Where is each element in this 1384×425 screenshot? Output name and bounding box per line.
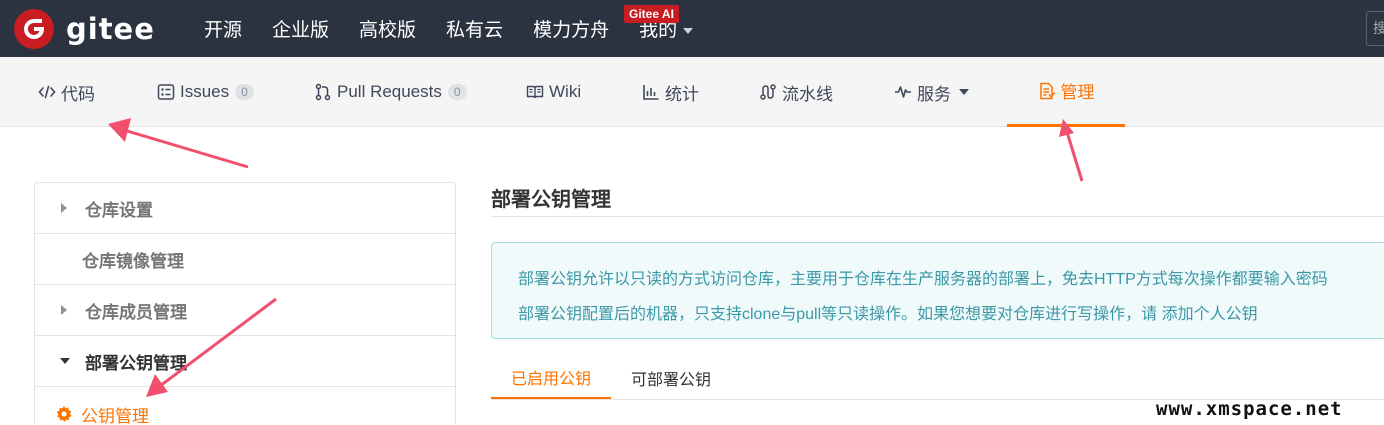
caret-right-icon [61,305,67,315]
search-input[interactable]: 搜 [1366,11,1384,46]
gitee-logo[interactable]: gitee [14,9,155,49]
gitee-ai-badge[interactable]: Gitee AI [624,5,679,23]
tab-pipeline[interactable]: 流水线 [759,57,833,127]
sidebar-item-deploy-key-management[interactable]: 部署公钥管理 [35,336,455,387]
tab-statistics-label: 统计 [665,84,699,104]
sidebar-item-mirror-management[interactable]: 仓库镜像管理 [35,234,455,285]
subtab-enabled-keys[interactable]: 已启用公钥 [491,357,611,399]
page-title: 部署公钥管理 [491,189,611,211]
tab-wiki[interactable]: Wiki [526,57,581,127]
issues-icon [157,84,175,100]
tab-issues-label: Issues [180,82,230,101]
caret-down-icon [60,358,70,364]
sidebar-item-label: 仓库镜像管理 [82,251,184,271]
pull-requests-count-badge: 0 [447,84,467,100]
repo-tab-bar: 代码 Issues 0 Pull Requests 0 Wiki 统计 流水线 … [0,57,1384,127]
caret-down-icon [959,89,969,95]
caret-down-icon [683,27,694,34]
sidebar-subitem-key-management[interactable]: 公钥管理 [35,389,455,425]
tab-pull-requests-label: Pull Requests [337,82,442,101]
pulse-icon [895,86,911,98]
subtab-deployable-keys[interactable]: 可部署公钥 [611,357,731,399]
add-personal-key-link[interactable]: 添加个人公钥 [1162,306,1258,323]
info-text-line-2: 部署公钥配置后的机器，只支持clone与pull等只读操作。如果您想要对仓库进行… [518,300,1258,324]
tab-manage[interactable]: 管理 [1007,57,1125,127]
sidebar-item-label: 仓库成员管理 [85,302,187,322]
sidebar-subitem-label: 公钥管理 [81,406,149,425]
book-icon [526,85,544,99]
tab-services-dropdown[interactable]: 服务 [894,57,969,127]
pull-request-icon [315,83,331,101]
nav-enterprise[interactable]: 企业版 [272,15,329,42]
pipeline-icon [760,84,776,100]
nav-moli-fangzhou[interactable]: 模力方舟 [533,15,609,42]
bar-chart-icon [643,85,659,100]
tab-code[interactable]: 代码 [38,57,95,127]
caret-right-icon [61,203,67,213]
watermark: www.xmspace.net [1156,398,1343,420]
issues-count-badge: 0 [235,84,254,100]
tab-issues[interactable]: Issues 0 [157,57,254,127]
nav-open-source[interactable]: 开源 [204,15,242,42]
tab-pipeline-label: 流水线 [782,84,833,104]
top-navbar: gitee 开源 企业版 高校版 私有云 模力方舟 我的 Gitee AI 搜 [0,0,1384,57]
info-text-line-2-prefix: 部署公钥配置后的机器，只支持clone与pull等只读操作。如果您想要对仓库进行… [518,306,1162,323]
gear-icon [56,406,72,422]
info-text-line-1: 部署公钥允许以只读的方式访问仓库，主要用于仓库在生产服务器的部署上，免去HTTP… [518,271,1328,288]
title-divider [491,216,1384,217]
nav-mine-label: 我的 [639,20,678,41]
sidebar-item-label: 部署公钥管理 [85,353,187,373]
annotation-arrow-manage-tab [1059,119,1084,182]
manage-icon [1039,82,1056,99]
nav-education[interactable]: 高校版 [359,15,416,42]
code-icon [38,85,56,99]
sidebar-item-repo-settings[interactable]: 仓库设置 [35,183,455,234]
settings-sidebar: 仓库设置 仓库镜像管理 仓库成员管理 部署公钥管理 公钥管理 [34,182,456,425]
nav-private-cloud[interactable]: 私有云 [446,15,503,42]
brand-name: gitee [66,12,155,46]
sidebar-item-member-management[interactable]: 仓库成员管理 [35,285,455,336]
tab-statistics[interactable]: 统计 [642,57,699,127]
tab-wiki-label: Wiki [549,82,582,101]
sidebar-item-label: 仓库设置 [85,200,153,220]
info-message-box: 部署公钥允许以只读的方式访问仓库，主要用于仓库在生产服务器的部署上，免去HTTP… [491,242,1384,339]
tab-manage-label: 管理 [1060,83,1095,102]
gitee-logo-icon [14,9,54,49]
tab-pull-requests[interactable]: Pull Requests 0 [314,57,467,127]
tab-code-label: 代码 [61,84,95,104]
tab-services-label: 服务 [917,84,951,104]
